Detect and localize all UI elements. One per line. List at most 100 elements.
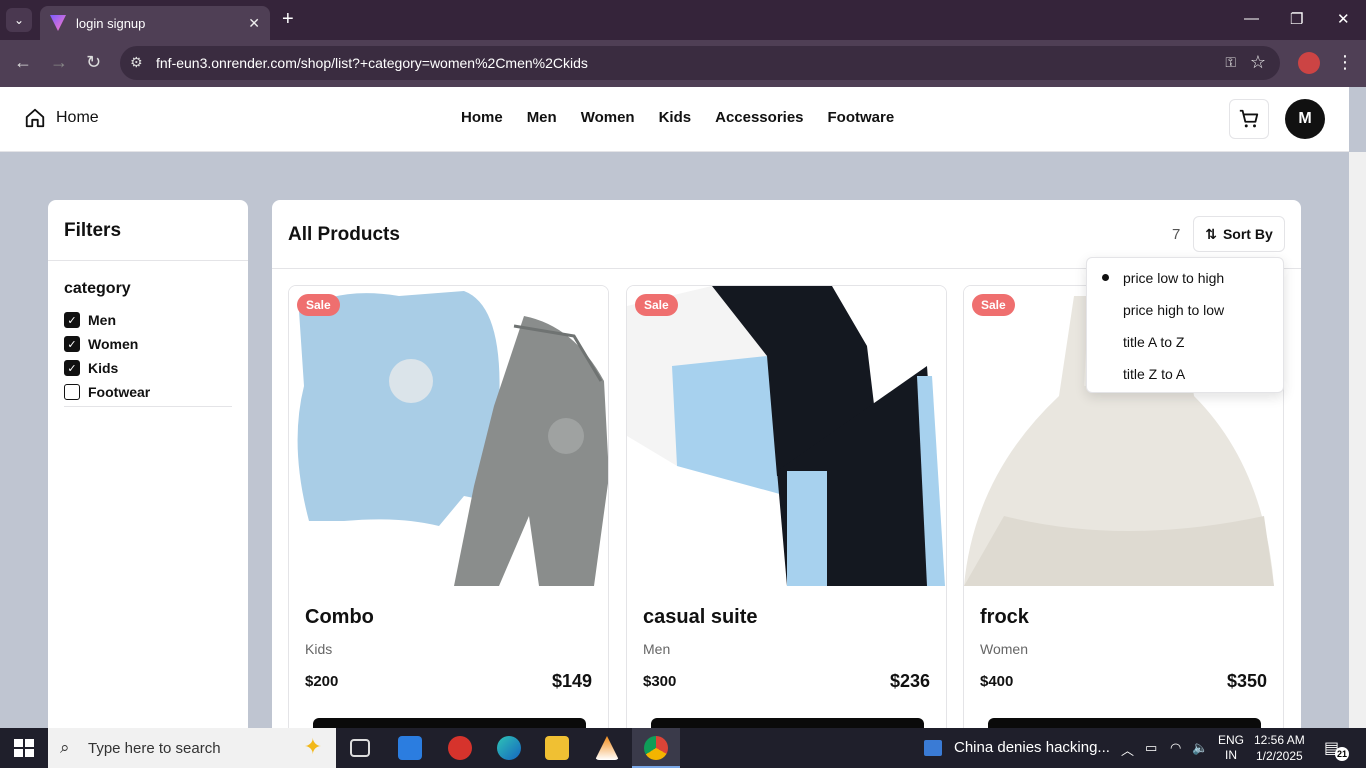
product-price: $400 [980, 673, 1014, 690]
vlc-icon[interactable] [595, 736, 619, 760]
notification-center-icon[interactable]: ▤ 21 [1324, 738, 1349, 761]
close-window-icon[interactable]: ✕ [1337, 10, 1350, 28]
clock-time: 12:56 AM [1254, 733, 1305, 747]
product-count: 7 [1172, 226, 1181, 243]
copilot-sparkle-icon: ✦ [303, 734, 322, 759]
filter-footwear-checkbox[interactable]: Footwear [64, 380, 232, 404]
system-clock[interactable]: 12:56 AM 1/2/2025 [1254, 732, 1305, 764]
sort-option-price-low-high[interactable]: price low to high [1087, 262, 1283, 294]
browser-menu-icon[interactable]: ⋮ [1336, 52, 1354, 73]
product-category: Men [643, 641, 671, 657]
ct-app-icon[interactable] [448, 736, 472, 760]
sort-option-label: price high to low [1123, 302, 1225, 318]
sort-option-title-a-z[interactable]: title A to Z [1087, 326, 1283, 358]
new-tab-button[interactable]: + [282, 8, 294, 31]
page-scrollbar[interactable] [1349, 152, 1366, 728]
category-heading: category [64, 280, 131, 297]
nav-home[interactable]: Home [461, 109, 503, 126]
product-card[interactable]: Sale Combo Kids $200 $149 [288, 285, 609, 755]
product-name: Combo [305, 606, 374, 628]
product-name: frock [980, 606, 1029, 628]
language-code: ENG [1218, 733, 1245, 747]
language-indicator[interactable]: ENG IN [1218, 733, 1244, 763]
taskbar-search-placeholder: Type here to search [88, 739, 221, 757]
back-icon[interactable]: ← [14, 52, 32, 73]
sort-option-label: title Z to A [1123, 366, 1186, 382]
sort-option-title-z-a[interactable]: title Z to A [1087, 358, 1283, 390]
home-logo-link[interactable]: Home [24, 107, 99, 129]
password-key-icon[interactable]: ⚿ [1225, 54, 1236, 71]
checkbox-checked-icon: ✓ [64, 336, 80, 352]
reload-icon[interactable]: ↻ [86, 52, 101, 73]
site-info-icon[interactable]: ⚙ [130, 54, 143, 71]
tab-search-button[interactable]: ⌄ [6, 8, 32, 32]
nav-footware[interactable]: Footware [828, 109, 895, 126]
url-text: fnf-eun3.onrender.com/shop/list?+categor… [156, 55, 588, 71]
task-view-icon[interactable] [350, 739, 370, 757]
nav-accessories[interactable]: Accessories [715, 109, 803, 126]
checkbox-checked-icon: ✓ [64, 312, 80, 328]
sort-dropdown-menu: price low to high price high to low titl… [1086, 257, 1284, 393]
file-explorer-icon[interactable] [545, 736, 569, 760]
filter-women-checkbox[interactable]: ✓ Women [64, 332, 232, 356]
products-title: All Products [288, 224, 400, 245]
sale-badge: Sale [297, 294, 340, 316]
minimize-icon[interactable]: — [1244, 10, 1259, 27]
url-field[interactable]: ⚙ fnf-eun3.onrender.com/shop/list?+categ… [120, 46, 1280, 80]
nav-men[interactable]: Men [527, 109, 557, 126]
sort-by-button[interactable]: ⇅ Sort By [1193, 216, 1285, 252]
cart-icon [1239, 109, 1259, 128]
product-category: Women [980, 641, 1028, 657]
product-sale-price: $236 [889, 671, 930, 691]
category-checkbox-list: ✓ Men ✓ Women ✓ Kids Footwear [64, 308, 232, 407]
search-icon: ⌕ [60, 738, 70, 757]
product-price: $300 [643, 673, 677, 690]
forward-icon[interactable]: → [50, 52, 68, 73]
nav-kids[interactable]: Kids [659, 109, 692, 126]
close-tab-icon[interactable]: ✕ [248, 15, 260, 32]
edge-icon[interactable] [497, 736, 521, 760]
sale-badge: Sale [972, 294, 1015, 316]
sort-option-label: title A to Z [1123, 334, 1185, 350]
store-icon[interactable] [398, 736, 422, 760]
filter-kids-checkbox[interactable]: ✓ Kids [64, 356, 232, 380]
product-category: Kids [305, 641, 333, 657]
product-name: casual suite [643, 606, 758, 628]
sort-option-label: price low to high [1123, 270, 1225, 286]
product-card[interactable]: Sale casual suite Men $300 $236 [626, 285, 947, 755]
sale-badge: Sale [635, 294, 678, 316]
sort-by-label: Sort By [1222, 226, 1273, 242]
filters-panel: Filters category ✓ Men ✓ Women ✓ Kids Footw… [48, 200, 248, 740]
bookmark-star-icon[interactable]: ☆ [1250, 52, 1266, 73]
restore-icon[interactable]: ❐ [1290, 10, 1303, 28]
site-favicon-icon [50, 15, 66, 31]
news-headline: China denies hacking... [954, 739, 1110, 756]
volume-icon[interactable]: 🔈 [1192, 740, 1208, 756]
wifi-icon[interactable]: ◠ [1170, 740, 1181, 756]
cart-button[interactable] [1229, 99, 1269, 139]
browser-tab[interactable]: login signup ✕ [40, 6, 270, 40]
sort-arrows-icon: ⇅ [1205, 225, 1217, 242]
user-avatar[interactable]: M [1285, 99, 1325, 139]
nav-women[interactable]: Women [581, 109, 635, 126]
site-header: Home Home Men Women Kids Accessories Foo… [0, 87, 1349, 152]
divider [48, 260, 248, 261]
browser-tab-bar: ⌄ login signup ✕ + — ❐ ✕ [0, 0, 1366, 40]
chrome-taskbar-active[interactable] [632, 728, 680, 768]
windows-start-icon[interactable] [14, 739, 34, 757]
product-price: $200 [305, 673, 339, 690]
selected-radio-dot-icon [1102, 274, 1109, 281]
battery-icon[interactable]: ▭ [1145, 740, 1157, 756]
news-widget[interactable]: China denies hacking... [924, 739, 1110, 756]
sort-option-price-high-low[interactable]: price high to low [1087, 294, 1283, 326]
tray-chevron-up-icon[interactable]: ︿ [1121, 740, 1134, 759]
home-icon [25, 108, 45, 128]
product-image [289, 286, 608, 586]
filter-men-checkbox[interactable]: ✓ Men [64, 308, 232, 332]
product-image [627, 286, 946, 586]
filter-label: Women [88, 336, 139, 352]
notification-count-badge: 21 [1335, 747, 1349, 761]
main-nav: Home Men Women Kids Accessories Footware [461, 109, 894, 126]
profile-avatar-icon[interactable] [1298, 52, 1320, 74]
taskbar-search-box[interactable]: ⌕ Type here to search ✦ [48, 728, 336, 768]
